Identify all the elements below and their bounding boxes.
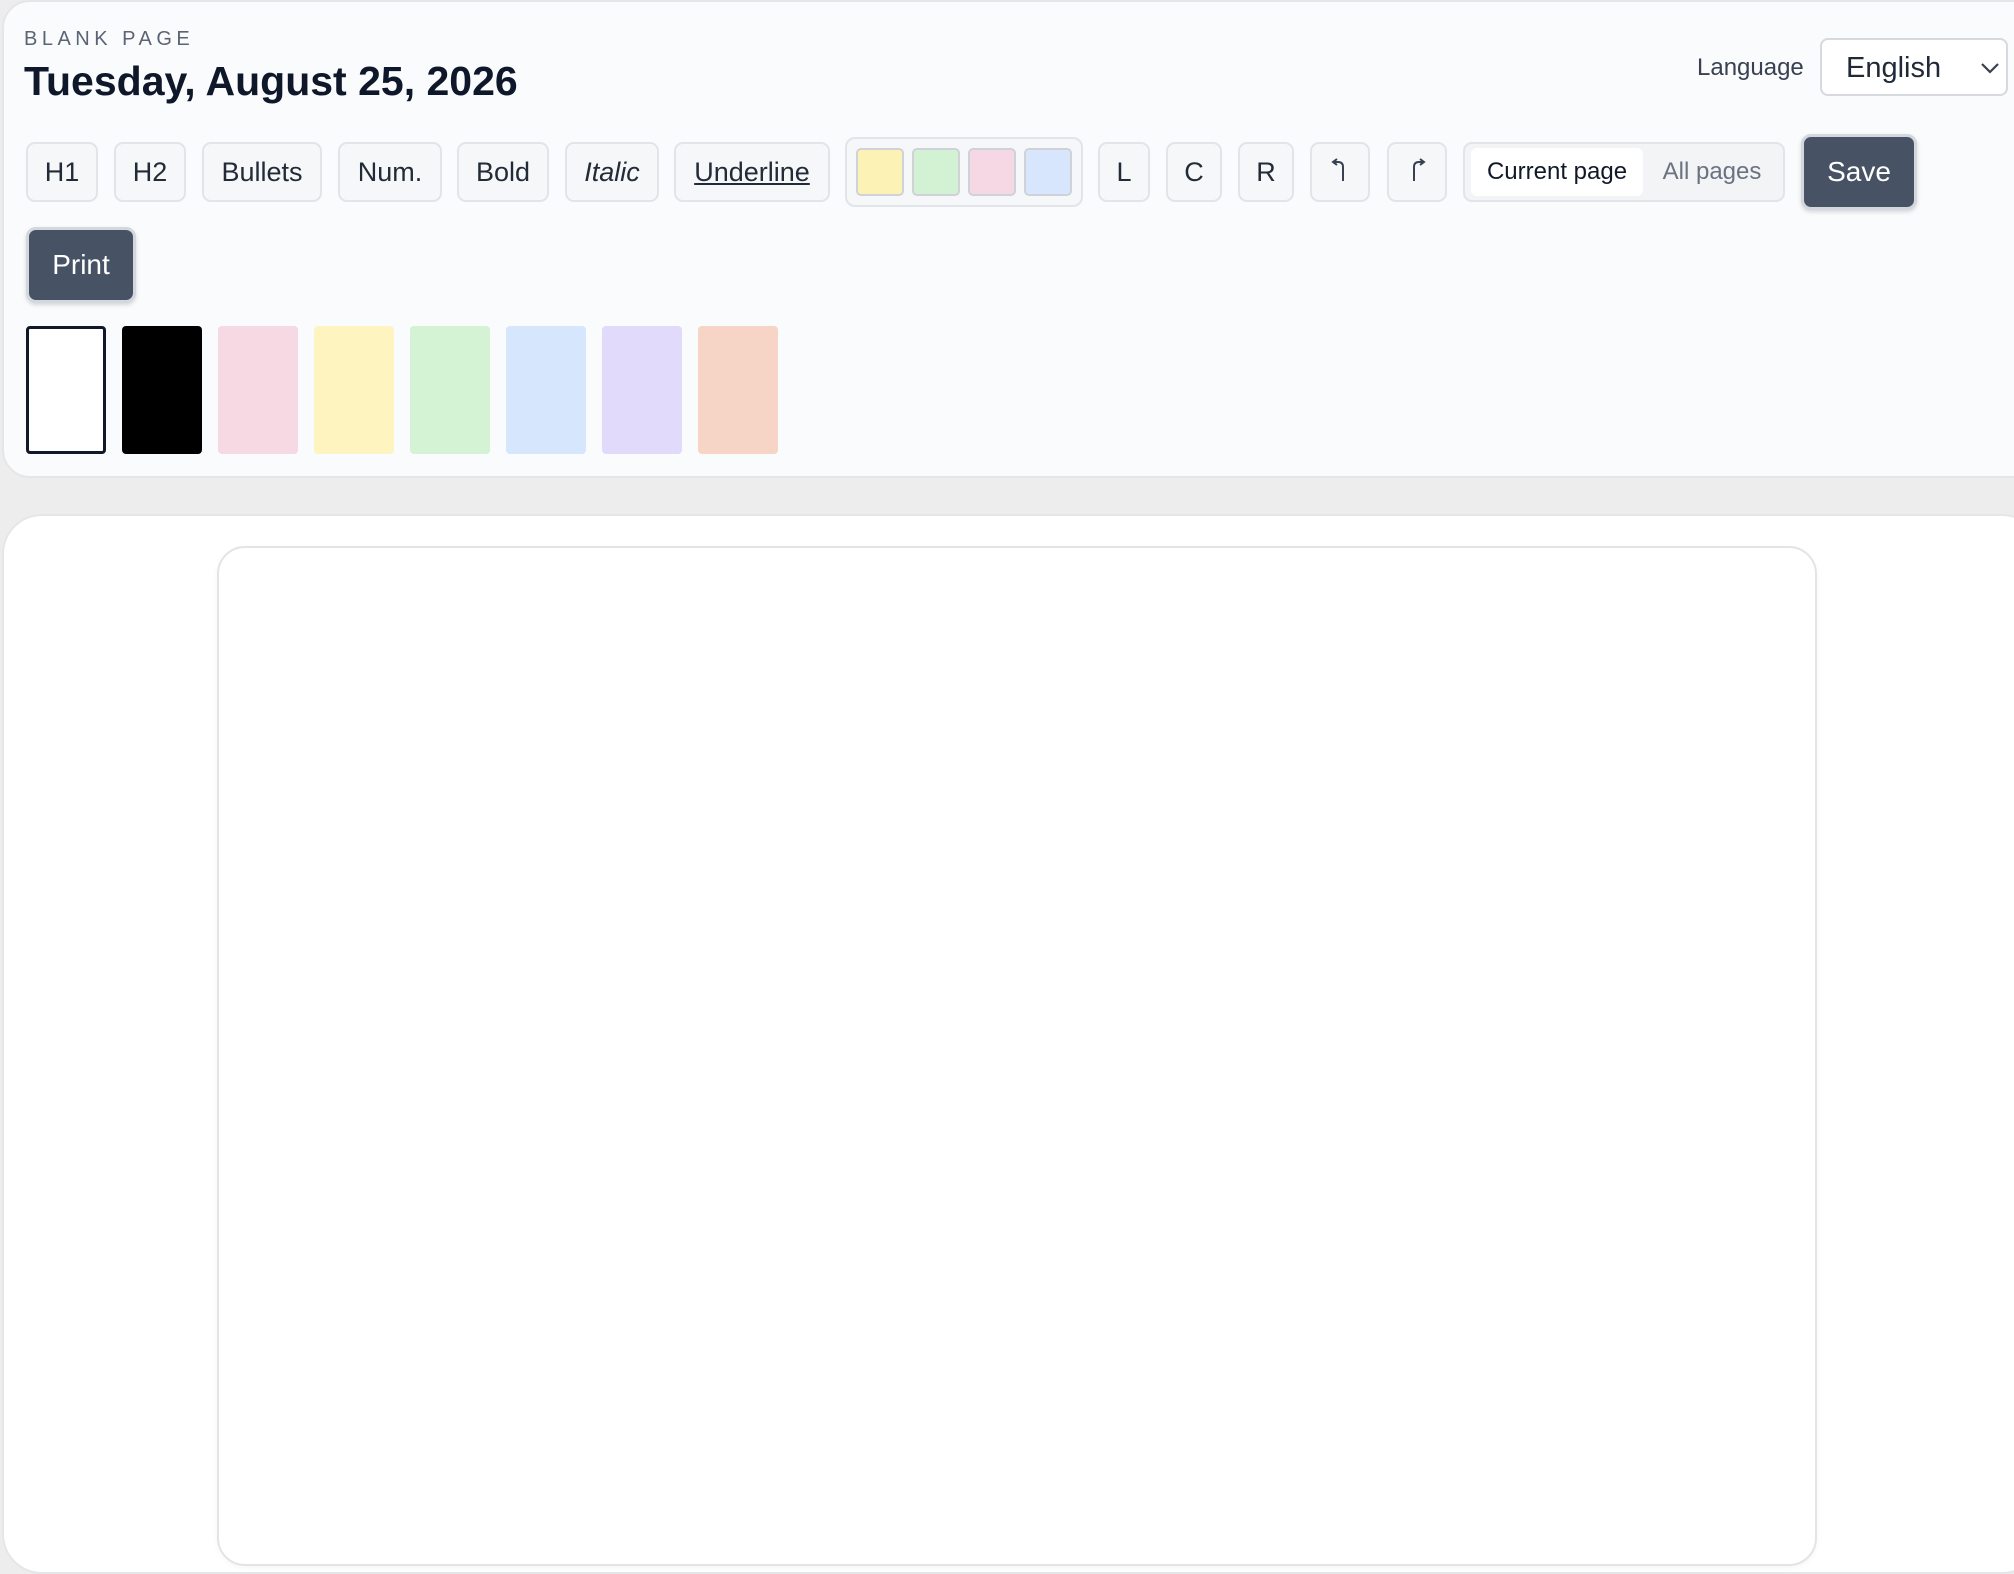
language-label: Language	[1697, 54, 1804, 81]
h1-button[interactable]: H1	[26, 142, 98, 202]
align-right-button[interactable]: R	[1238, 142, 1294, 202]
numbered-list-button[interactable]: Num.	[338, 142, 442, 202]
redo-icon	[1413, 158, 1426, 181]
align-center-button[interactable]: C	[1166, 142, 1222, 202]
chevron-down-icon	[1981, 63, 1999, 74]
save-button[interactable]: Save	[1801, 134, 1917, 210]
scope-current-page[interactable]: Current page	[1471, 148, 1643, 196]
background-yellow-swatch[interactable]	[314, 326, 394, 454]
align-left-button[interactable]: L	[1098, 142, 1150, 202]
highlight-color-group	[845, 137, 1083, 207]
language-select[interactable]: English	[1820, 38, 2008, 96]
page-canvas[interactable]	[217, 546, 1817, 1566]
underline-button[interactable]: Underline	[674, 142, 830, 202]
language-value: English	[1846, 52, 1942, 84]
page-title: Tuesday, August 25, 2026	[24, 58, 518, 104]
undo-icon	[1331, 158, 1344, 181]
background-green-swatch[interactable]	[410, 326, 490, 454]
bullets-button[interactable]: Bullets	[202, 142, 322, 202]
undo-button[interactable]	[1310, 142, 1370, 202]
h2-button[interactable]: H2	[114, 142, 186, 202]
background-pink-swatch[interactable]	[218, 326, 298, 454]
page-type-label: BLANK PAGE	[24, 28, 195, 50]
background-lavender-swatch[interactable]	[602, 326, 682, 454]
background-blue-swatch[interactable]	[506, 326, 586, 454]
background-black-swatch[interactable]	[122, 326, 202, 454]
print-button[interactable]: Print	[26, 227, 136, 303]
scope-all-pages[interactable]: All pages	[1645, 148, 1779, 196]
bold-button[interactable]: Bold	[457, 142, 549, 202]
highlight-yellow-swatch[interactable]	[856, 148, 904, 196]
highlight-pink-swatch[interactable]	[968, 148, 1016, 196]
redo-button[interactable]	[1387, 142, 1447, 202]
background-peach-swatch[interactable]	[698, 326, 778, 454]
highlight-blue-swatch[interactable]	[1024, 148, 1072, 196]
highlight-green-swatch[interactable]	[912, 148, 960, 196]
background-white-swatch[interactable]	[26, 326, 106, 454]
italic-button[interactable]: Italic	[565, 142, 659, 202]
page-scope-toggle: Current page All pages	[1463, 142, 1785, 202]
